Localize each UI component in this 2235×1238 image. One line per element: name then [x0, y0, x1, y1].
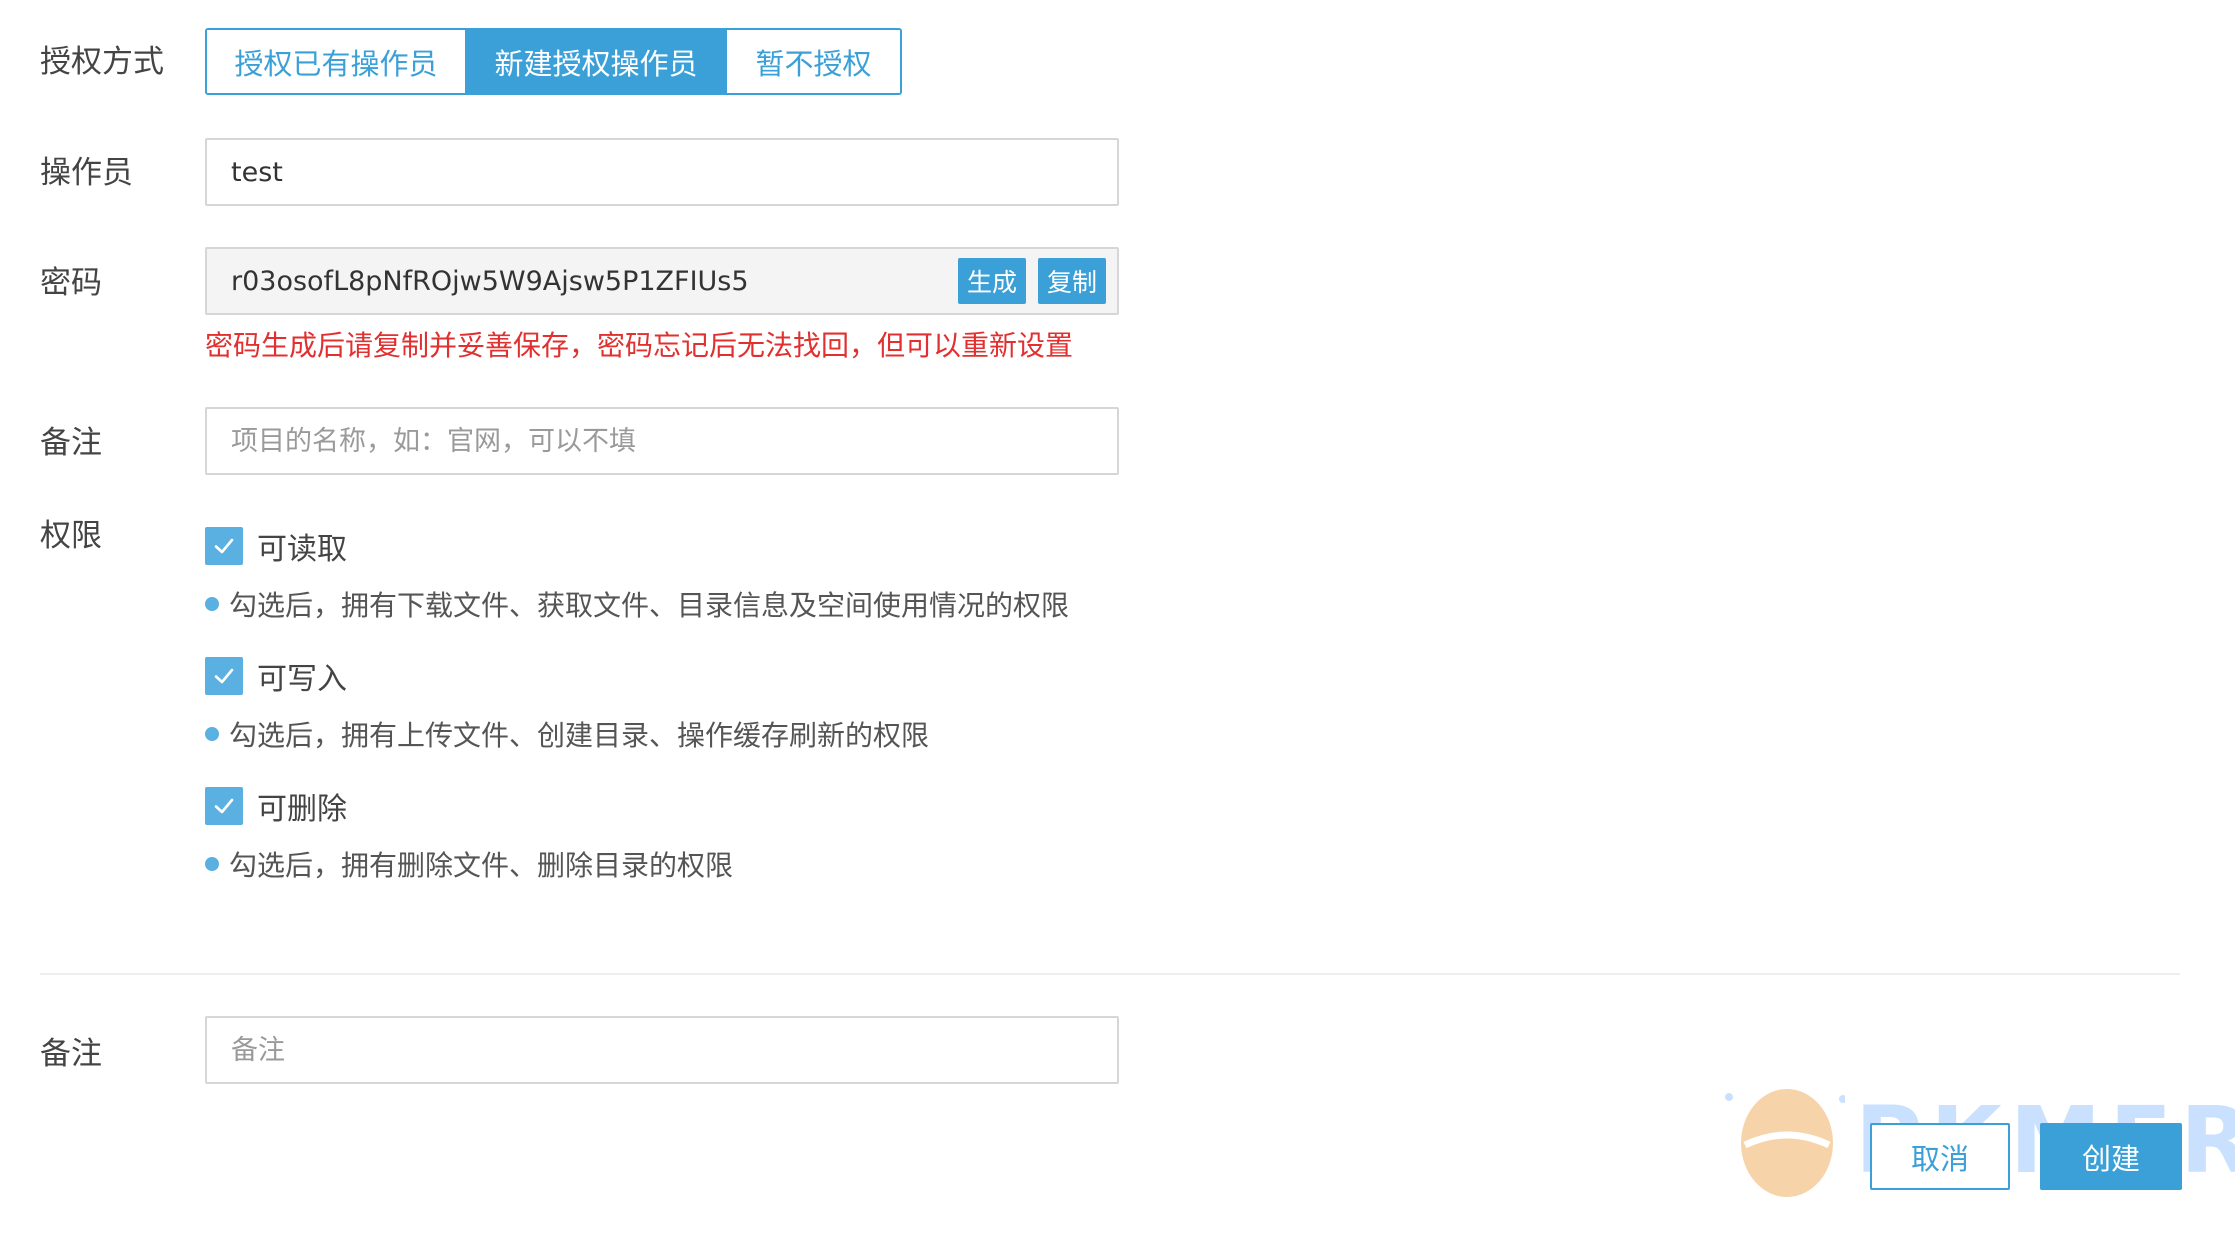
delete-description-text: 勾选后，拥有删除文件、删除目录的权限 — [229, 849, 734, 882]
auth-new-operator-button[interactable]: 新建授权操作员 — [465, 30, 725, 93]
delete-label: 可删除 — [257, 792, 347, 827]
remark-input[interactable] — [205, 407, 1119, 475]
read-description: 勾选后，拥有下载文件、获取文件、目录信息及空间使用情况的权限 — [205, 584, 1069, 624]
auth-none-button[interactable]: 暂不授权 — [725, 30, 900, 93]
auth-existing-operator-button[interactable]: 授权已有操作员 — [207, 30, 465, 93]
create-button[interactable]: 创建 — [2040, 1123, 2182, 1190]
operator-label: 操作员 — [40, 155, 133, 191]
write-description: 勾选后，拥有上传文件、创建目录、操作缓存刷新的权限 — [205, 714, 929, 754]
operator-input[interactable] — [205, 138, 1119, 206]
write-label: 可写入 — [257, 662, 347, 697]
bullet-icon — [205, 727, 219, 741]
delete-description: 勾选后，拥有删除文件、删除目录的权限 — [205, 844, 733, 884]
check-icon — [214, 668, 234, 684]
write-checkbox[interactable] — [205, 657, 243, 695]
auth-method-label: 授权方式 — [40, 44, 164, 80]
remark-label: 备注 — [40, 425, 102, 461]
read-description-text: 勾选后，拥有下载文件、获取文件、目录信息及空间使用情况的权限 — [229, 589, 1070, 622]
generate-password-button[interactable]: 生成 — [958, 258, 1026, 304]
watermark-logo-icon — [1725, 1089, 1845, 1197]
read-label: 可读取 — [257, 532, 347, 567]
password-label: 密码 — [40, 265, 102, 301]
auth-method-segmented: 授权已有操作员 新建授权操作员 暂不授权 — [205, 28, 902, 95]
delete-checkbox[interactable] — [205, 787, 243, 825]
bullet-icon — [205, 597, 219, 611]
permission-read[interactable]: 可读取 — [205, 524, 347, 568]
password-warning: 密码生成后请复制并妥善保存，密码忘记后无法找回，但可以重新设置 — [205, 329, 1074, 362]
section-divider — [40, 973, 2180, 975]
check-icon — [214, 538, 234, 554]
password-field-wrapper: 生成 复制 — [205, 247, 1119, 315]
cancel-button[interactable]: 取消 — [1870, 1123, 2010, 1190]
write-description-text: 勾选后，拥有上传文件、创建目录、操作缓存刷新的权限 — [229, 719, 930, 752]
permission-delete[interactable]: 可删除 — [205, 784, 347, 828]
note-label: 备注 — [40, 1036, 102, 1072]
bullet-icon — [205, 857, 219, 871]
copy-password-button[interactable]: 复制 — [1038, 258, 1106, 304]
read-checkbox[interactable] — [205, 527, 243, 565]
permission-write[interactable]: 可写入 — [205, 654, 347, 698]
permissions-label: 权限 — [40, 518, 102, 554]
check-icon — [214, 798, 234, 814]
note-input[interactable] — [205, 1016, 1119, 1084]
